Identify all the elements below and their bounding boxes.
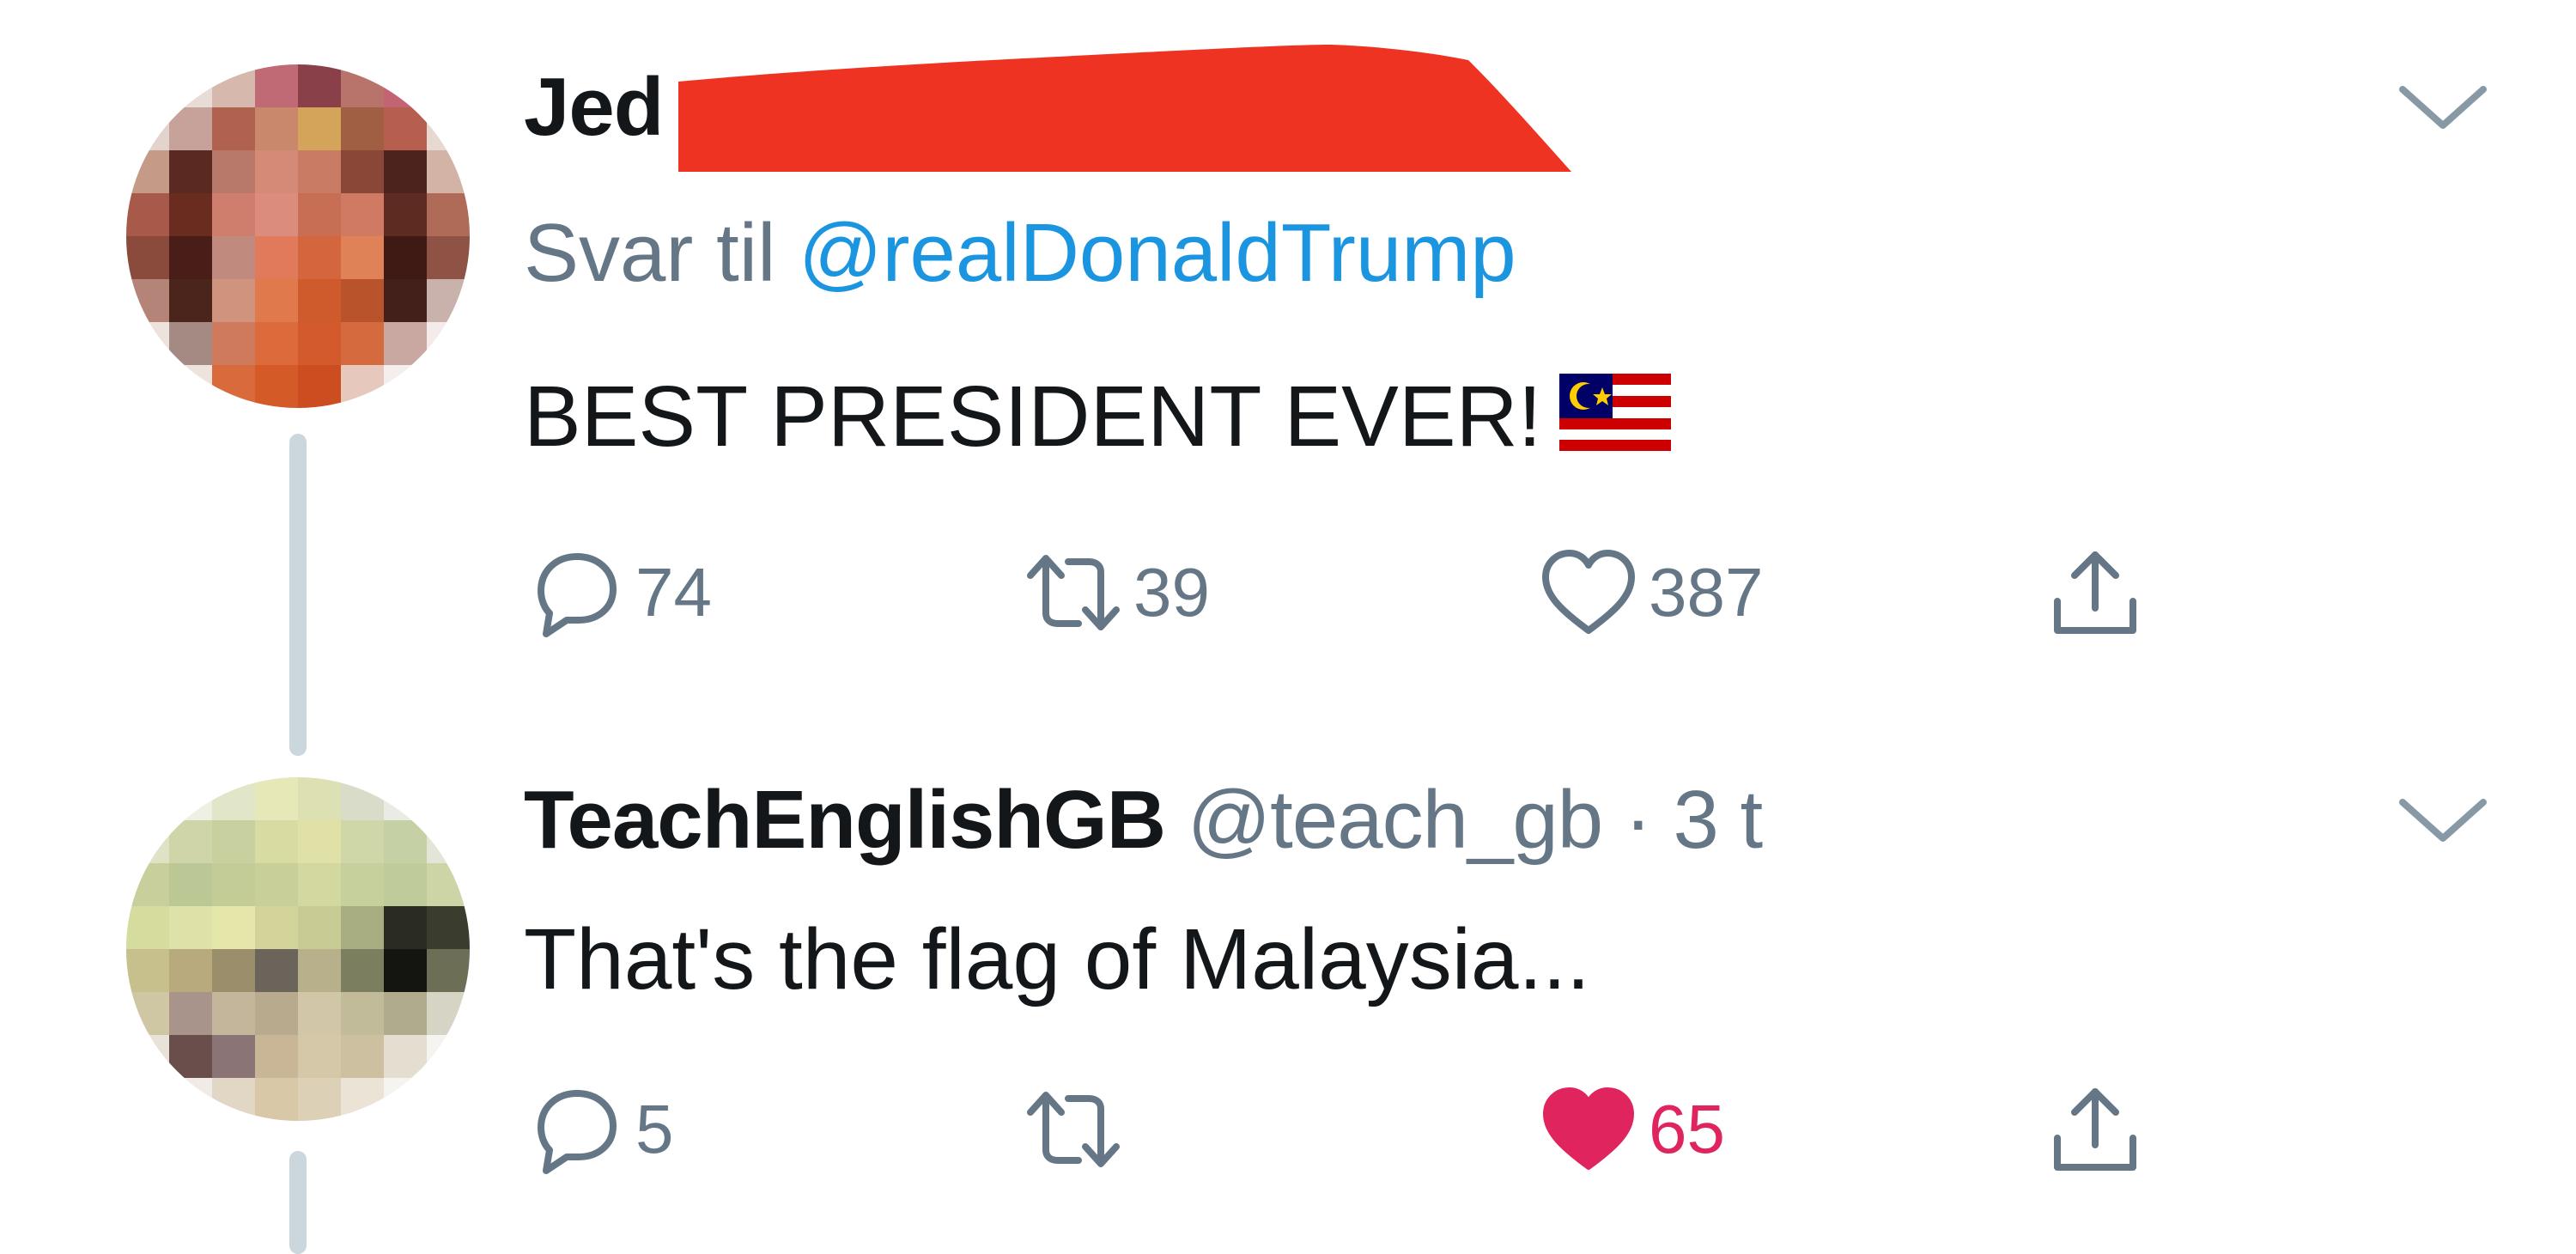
thread-line [289,1151,307,1254]
redaction-mark [678,45,1571,172]
share-icon [2054,551,2136,634]
malaysia-flag-icon [1558,374,1671,451]
avatar-teachenglishgb[interactable] [126,777,470,1121]
chevron-down-icon[interactable] [2396,790,2490,850]
meta-separator: · [1624,774,1652,866]
author-name[interactable]: TeachEnglishGB @teach_gb · 3 t [524,773,1763,867]
reply-icon [538,1090,617,1174]
like-button[interactable]: 65 [1537,1078,1725,1181]
reply-button[interactable]: 74 [524,541,712,644]
mention-link[interactable]: @realDonaldTrump [799,207,1516,299]
like-count: 65 [1649,1091,1725,1167]
like-button[interactable]: 387 [1537,541,1763,644]
reply-to-line: Svar til @realDonaldTrump [524,206,1516,301]
tweet-text: That's the flag of Malaysia... [524,911,1590,1007]
retweet-button[interactable] [1022,1078,1125,1181]
tweet-timestamp[interactable]: 3 t [1673,774,1763,866]
retweet-button[interactable]: 39 [1022,541,1210,644]
author-name[interactable]: Jed [524,60,664,155]
thread-line [289,434,307,756]
retweet-icon [1027,555,1120,630]
author-handle: @teach_gb [1187,774,1603,866]
like-count: 387 [1649,554,1764,630]
reply-count: 5 [635,1091,674,1167]
tweet-text: BEST PRESIDENT EVER! [524,368,1671,466]
reply-icon [538,553,617,637]
heart-icon [1543,1087,1634,1170]
retweet-count: 39 [1133,554,1210,630]
heart-icon [1542,550,1635,634]
share-icon [2054,1088,2136,1171]
chevron-down-icon[interactable] [2396,77,2490,137]
share-button[interactable] [2044,1078,2147,1181]
reply-count: 74 [635,554,712,630]
retweet-icon [1027,1092,1120,1167]
reply-button[interactable]: 5 [524,1078,674,1181]
reply-prefix: Svar til [524,207,776,299]
avatar-jed[interactable] [126,64,470,408]
share-button[interactable] [2044,541,2147,644]
